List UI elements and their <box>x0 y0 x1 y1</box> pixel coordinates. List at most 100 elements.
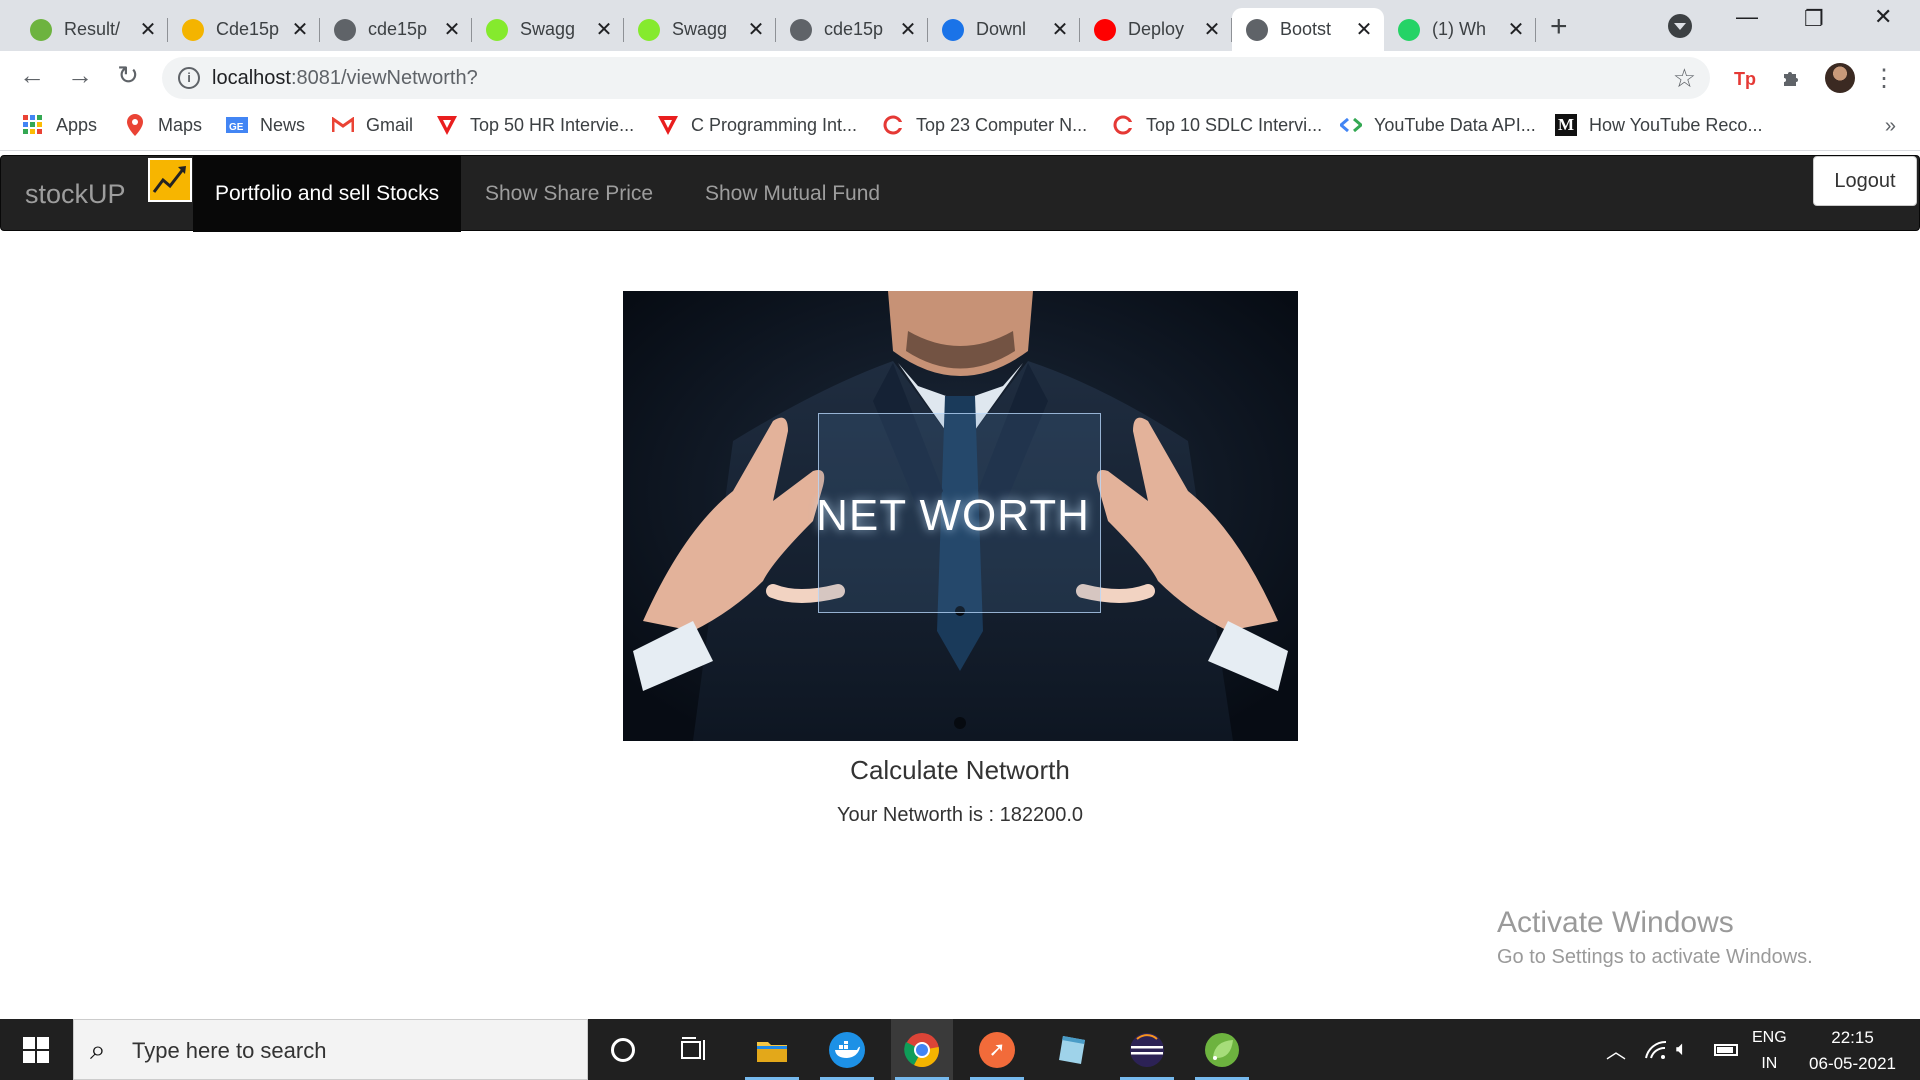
browser-tab[interactable]: Bootst ✕ <box>1232 8 1384 51</box>
bookmark-item[interactable]: Apps <box>22 114 97 136</box>
bookmark-label: News <box>260 114 306 135</box>
whatsapp-icon <box>1398 18 1420 41</box>
brand-name[interactable]: stockUP <box>25 179 126 210</box>
windows-start-icon[interactable] <box>14 1034 60 1066</box>
maps-pin-icon <box>124 114 146 136</box>
close-window-icon[interactable]: ✕ <box>1874 4 1892 30</box>
tab-title: Downl <box>976 19 1027 39</box>
forward-button[interactable]: → <box>62 60 98 91</box>
spring-tool-suite-icon[interactable] <box>1191 1019 1253 1080</box>
net-worth-hero-image: NET WORTH <box>623 291 1298 741</box>
close-tab-icon[interactable]: ✕ <box>898 17 918 42</box>
browser-tab[interactable]: Cde15p ✕ <box>168 8 320 51</box>
task-view-icon[interactable] <box>664 1019 726 1080</box>
swagger-icon <box>486 18 508 41</box>
browser-tab[interactable]: (1) Wh ✕ <box>1384 8 1536 51</box>
close-tab-icon[interactable]: ✕ <box>138 17 158 42</box>
close-tab-icon[interactable]: ✕ <box>290 17 310 42</box>
clock-date: 06-05-2021 <box>1809 1054 1896 1073</box>
site-info-icon[interactable]: i <box>178 67 200 89</box>
tab-title: Cde15p <box>216 19 280 39</box>
bookmark-star-icon[interactable]: ☆ <box>1673 63 1696 94</box>
bookmarks-bar: Apps Maps GE News Gmail Top 50 HR Intervie...… <box>0 105 1920 151</box>
restore-icon[interactable]: ❐ <box>1804 6 1824 32</box>
bookmark-label: Top 23 Computer N... <box>916 114 1088 135</box>
tab-title: Swagg <box>672 19 728 39</box>
svg-text:Tp: Tp <box>1734 69 1756 89</box>
bookmark-item[interactable]: Maps <box>124 114 202 136</box>
address-bar[interactable]: i localhost:8081/viewNetworth? ☆ <box>162 57 1710 99</box>
browser-toolbar: ← → ↻ i localhost:8081/viewNetworth? ☆ T… <box>0 51 1920 105</box>
battery-icon[interactable] <box>1714 1019 1738 1080</box>
box-icon <box>182 18 204 41</box>
bookmark-item[interactable]: Top 23 Computer N... <box>882 114 1087 136</box>
chrome-icon[interactable] <box>891 1019 953 1080</box>
file-explorer-icon[interactable] <box>741 1019 803 1080</box>
bookmark-label: C Programming Int... <box>691 114 858 135</box>
browser-tab[interactable]: Swagg ✕ <box>624 8 776 51</box>
reload-button[interactable]: ↻ <box>110 60 146 91</box>
more-bookmarks-icon[interactable]: » <box>1885 115 1896 138</box>
close-tab-icon[interactable]: ✕ <box>442 17 462 42</box>
bookmark-item[interactable]: M How YouTube Reco... <box>1555 114 1762 136</box>
browser-tab[interactable]: Swagg ✕ <box>472 8 624 51</box>
tab-search-icon[interactable] <box>1668 14 1692 38</box>
minimize-icon[interactable]: — <box>1736 4 1758 30</box>
taskbar-search-box[interactable]: ⌕ Type here to search <box>73 1019 588 1080</box>
bookmark-label: YouTube Data API... <box>1374 114 1536 135</box>
system-clock[interactable]: 22:15 06-05-2021 <box>1809 1025 1896 1077</box>
notepad-icon[interactable] <box>1041 1019 1103 1080</box>
nav-link[interactable]: Portfolio and sell Stocks <box>193 156 462 232</box>
profile-avatar[interactable] <box>1822 61 1858 95</box>
volume-icon[interactable]: 🔈︎ <box>1676 1019 1688 1080</box>
page-content: stockUP Portfolio and sell Stocks Show Sh… <box>0 151 1920 1019</box>
logout-button[interactable]: Logout <box>1813 156 1917 206</box>
browser-tab[interactable]: cde15p ✕ <box>320 8 472 51</box>
language-indicator[interactable]: ENG IN <box>1752 1025 1787 1077</box>
networth-result: Your Networth is : 182200.0 <box>836 804 1084 826</box>
close-tab-icon[interactable]: ✕ <box>594 17 614 42</box>
browser-tab[interactable]: Deploy ✕ <box>1080 8 1232 51</box>
bookmark-item[interactable]: YouTube Data API... <box>1340 114 1536 136</box>
tab-title: cde15p <box>368 19 428 39</box>
eclipse-icon[interactable] <box>1116 1019 1178 1080</box>
tab-title: Swagg <box>520 19 576 39</box>
bookmark-label: Apps <box>56 114 98 135</box>
close-tab-icon[interactable]: ✕ <box>746 17 766 42</box>
bookmark-item[interactable]: Top 50 HR Intervie... <box>436 114 634 136</box>
tab-title: Deploy <box>1128 19 1185 39</box>
bookmark-item[interactable]: Top 10 SDLC Intervi... <box>1112 114 1322 136</box>
cortana-icon[interactable] <box>592 1019 654 1080</box>
app-navbar: stockUP Portfolio and sell Stocks Show Sh… <box>0 155 1920 232</box>
nav-link[interactable]: Show Mutual Fund <box>683 156 902 232</box>
close-tab-icon[interactable]: ✕ <box>1202 17 1222 42</box>
bookmark-label: Maps <box>158 114 203 135</box>
url-text[interactable]: localhost:8081/viewNetworth? <box>212 67 478 90</box>
postman-icon[interactable]: ➚ <box>966 1019 1028 1080</box>
clock-time: 22:15 <box>1831 1028 1874 1047</box>
new-tab-button[interactable]: + <box>1550 10 1568 44</box>
browser-tab[interactable]: Result/ ✕ <box>16 8 168 51</box>
nav-link[interactable]: Show Share Price <box>463 156 675 232</box>
taskbar-search-placeholder: Type here to search <box>132 1038 327 1063</box>
watermark-subtitle: Go to Settings to activate Windows. <box>1497 946 1813 968</box>
globe-icon <box>334 18 356 41</box>
docker-icon[interactable] <box>816 1019 878 1080</box>
extensions-puzzle-icon[interactable] <box>1774 61 1810 95</box>
bookmark-item[interactable]: C Programming Int... <box>657 114 857 136</box>
back-button[interactable]: ← <box>14 60 50 91</box>
bookmark-item[interactable]: GE News <box>226 114 305 136</box>
stock-chart-logo-icon <box>148 158 192 202</box>
spring-icon <box>30 18 52 41</box>
close-tab-icon[interactable]: ✕ <box>1354 17 1374 42</box>
close-tab-icon[interactable]: ✕ <box>1050 17 1070 42</box>
close-tab-icon[interactable]: ✕ <box>1506 17 1526 42</box>
c-logo-icon <box>882 114 904 136</box>
browser-tab[interactable]: Downl ✕ <box>928 8 1080 51</box>
tp-extension-icon[interactable]: Tp <box>1727 61 1763 95</box>
browser-tab[interactable]: cde15p ✕ <box>776 8 928 51</box>
bookmark-item[interactable]: Gmail <box>332 114 413 136</box>
chrome-menu-icon[interactable]: ⋮ <box>1870 61 1898 95</box>
wifi-icon[interactable] <box>1644 1019 1668 1080</box>
show-hidden-icons[interactable]: ︿ <box>1606 1019 1626 1080</box>
